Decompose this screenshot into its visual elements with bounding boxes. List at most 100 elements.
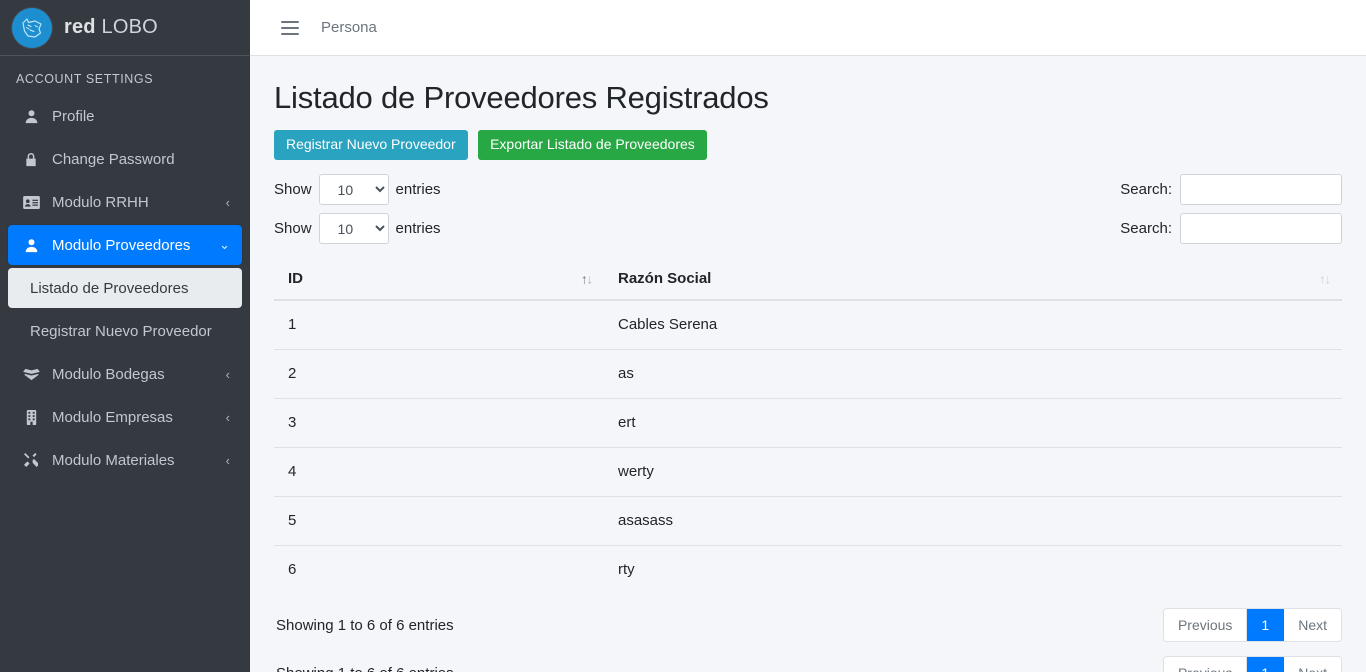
chevron-left-icon: ‹ <box>225 452 230 468</box>
pagination-previous[interactable]: Previous <box>1163 657 1248 672</box>
datatable-info-2: Showing 1 to 6 of 6 entries <box>274 665 454 672</box>
proveedores-table: ID ↑↓ Razón Social ↑↓ 1 Cables Serena 2 … <box>274 258 1342 595</box>
length-label-1: Show 10 25 50 100 entries <box>274 174 441 206</box>
sort-updown-icon: ↑↓ <box>1319 271 1331 287</box>
length-control-2: Show 10 25 50 100 entries <box>274 213 441 245</box>
table-row[interactable]: 1 Cables Serena <box>274 300 1342 350</box>
sidebar-item-modulo-rrhh[interactable]: Modulo RRHH ‹ <box>8 182 242 222</box>
pagination-page-1[interactable]: 1 <box>1247 657 1285 672</box>
sidebar-item-label: Modulo Proveedores <box>52 236 191 254</box>
cell-razon-social: werty <box>604 447 1342 497</box>
column-header-label: Razón Social <box>618 270 712 288</box>
brand-header[interactable]: red LOBO <box>0 0 250 56</box>
search-control-1: Search: <box>1120 174 1342 206</box>
cell-razon-social: Cables Serena <box>618 316 718 334</box>
sidebar-item-label: Modulo RRHH <box>52 193 149 211</box>
show-label: Show <box>274 220 312 238</box>
sidebar-item-label: Profile <box>52 107 95 125</box>
pagination-next[interactable]: Next <box>1284 657 1341 672</box>
length-select-2[interactable]: 10 25 50 100 <box>318 213 389 245</box>
tools-icon <box>20 452 42 468</box>
action-button-row: Registrar Nuevo Proveedor Exportar Lista… <box>274 130 1342 161</box>
search-label-text: Search: <box>1120 220 1172 238</box>
sidebar-item-label: Change Password <box>52 150 175 168</box>
search-input-1[interactable] <box>1180 174 1342 206</box>
app-root: red LOBO ACCOUNT SETTINGS Profile Change… <box>0 0 1366 672</box>
sidebar-item-modulo-proveedores[interactable]: Modulo Proveedores ⌄ <box>8 225 242 265</box>
exportar-listado-button[interactable]: Exportar Listado de Proveedores <box>478 130 707 161</box>
length-select-1[interactable]: 10 25 50 100 <box>318 174 389 206</box>
pagination-previous[interactable]: Previous <box>1163 609 1248 642</box>
entries-label: entries <box>395 181 441 199</box>
datatable-controls-row-1: Show 10 25 50 100 entries Search: <box>274 170 1342 209</box>
table-header-row: ID ↑↓ Razón Social ↑↓ <box>274 258 1342 302</box>
brand-name-bold: red <box>64 16 96 38</box>
cell-id: 4 <box>274 447 604 497</box>
brand-name-light: LOBO <box>95 16 158 38</box>
cell-id: 3 <box>274 398 604 448</box>
chevron-down-icon: ⌄ <box>219 237 230 252</box>
column-header-label: ID <box>288 270 303 288</box>
topbar-title[interactable]: Persona <box>321 19 377 36</box>
column-header-id[interactable]: ID ↑↓ <box>274 258 604 302</box>
cell-razon-social: rty <box>604 545 1342 595</box>
table-row[interactable]: 3 ert <box>274 398 1342 448</box>
table-row[interactable]: 4 werty <box>274 447 1342 497</box>
sidebar-subitem-listado-de-proveedores[interactable]: Listado de Proveedores <box>8 268 242 308</box>
length-control-1: Show 10 25 50 100 entries <box>274 174 441 206</box>
sidebar-item-label: Modulo Bodegas <box>52 365 165 383</box>
building-icon <box>20 409 42 425</box>
sidebar-item-modulo-materiales[interactable]: Modulo Materiales ‹ <box>8 440 242 480</box>
table-row[interactable]: 6 rty <box>274 545 1342 595</box>
box-open-icon <box>20 368 42 381</box>
cell-razon-social: ert <box>604 398 1342 448</box>
hamburger-bar <box>281 26 299 29</box>
pagination-2: Previous 1 Next <box>1162 656 1342 672</box>
show-label: Show <box>274 181 312 199</box>
topbar: Persona <box>250 0 1366 56</box>
datatable-info-1: Showing 1 to 6 of 6 entries <box>276 616 454 634</box>
sidebar-item-change-password[interactable]: Change Password <box>8 139 242 179</box>
main-area: Persona Listado de Proveedores Registrad… <box>250 0 1366 672</box>
sidebar-item-label: Modulo Empresas <box>52 408 173 426</box>
sidebar-item-modulo-empresas[interactable]: Modulo Empresas ‹ <box>8 397 242 437</box>
pagination-page-1[interactable]: 1 <box>1247 609 1285 642</box>
search-input-2[interactable] <box>1180 213 1342 245</box>
sidebar-nav: Profile Change Password Modulo RRHH ‹ Mo… <box>0 96 250 480</box>
table-row[interactable]: 2 as <box>274 349 1342 399</box>
cell-razon-social: as <box>604 349 1342 399</box>
datatable-footer-1: Showing 1 to 6 of 6 entries Previous 1 N… <box>274 594 1342 643</box>
hamburger-bar <box>281 20 299 23</box>
column-header-razon-social[interactable]: Razón Social ↑↓ <box>604 258 1342 302</box>
datatable-controls-row-2: Show 10 25 50 100 entries Search: <box>274 209 1342 248</box>
length-label-2: Show 10 25 50 100 entries <box>274 213 441 245</box>
sidebar-section-title: ACCOUNT SETTINGS <box>16 72 154 86</box>
brand-title: red LOBO <box>64 16 158 39</box>
sidebar-item-modulo-bodegas[interactable]: Modulo Bodegas ‹ <box>8 354 242 394</box>
id-card-icon <box>20 195 42 209</box>
lock-icon <box>20 152 42 167</box>
cell-id: 5 <box>274 496 604 546</box>
sidebar-item-profile[interactable]: Profile <box>8 96 242 136</box>
search-control-2: Search: <box>1120 213 1342 245</box>
search-label-1: Search: <box>1120 174 1342 206</box>
entries-label: entries <box>395 220 441 238</box>
page-title: Listado de Proveedores Registrados <box>274 80 769 115</box>
sidebar-subitem-label: Listado de Proveedores <box>30 279 189 297</box>
pagination-1: Previous 1 Next <box>1162 608 1342 643</box>
sidebar-item-label: Modulo Materiales <box>52 451 175 469</box>
user-icon <box>20 109 42 124</box>
hamburger-bar <box>281 32 299 35</box>
sidebar-subitem-label: Registrar Nuevo Proveedor <box>30 322 212 340</box>
hamburger-icon[interactable] <box>281 20 299 35</box>
pagination-next[interactable]: Next <box>1284 609 1341 642</box>
table-row[interactable]: 5 asasass <box>274 496 1342 546</box>
sidebar-subitem-registrar-nuevo-proveedor[interactable]: Registrar Nuevo Proveedor <box>8 311 242 351</box>
registrar-nuevo-proveedor-button[interactable]: Registrar Nuevo Proveedor <box>274 130 468 161</box>
table-body: 1 Cables Serena 2 as 3 ert 4 werty 5 asa… <box>274 300 1342 595</box>
cell-id: 1 <box>288 316 297 334</box>
chevron-left-icon: ‹ <box>225 366 230 382</box>
cell-id: 2 <box>274 349 604 399</box>
search-label-2: Search: <box>1120 213 1342 245</box>
content: Listado de Proveedores Registrados Regis… <box>250 56 1366 672</box>
